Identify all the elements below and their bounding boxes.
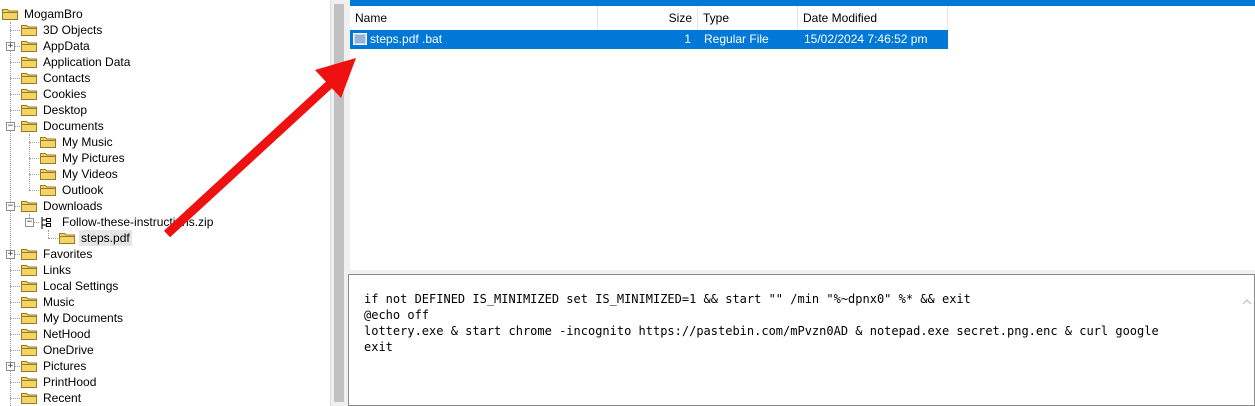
expand-icon[interactable]: + xyxy=(6,42,15,51)
tree-item-label: Local Settings xyxy=(43,279,119,293)
expand-icon[interactable]: + xyxy=(6,362,15,371)
scroll-up-icon xyxy=(1242,299,1252,305)
tree-line xyxy=(29,158,39,159)
tree-item-label: Favorites xyxy=(43,247,93,261)
folder-icon xyxy=(21,392,37,404)
folder-icon xyxy=(21,248,37,260)
tree-line xyxy=(48,230,49,238)
tree-scrollbar-thumb[interactable] xyxy=(334,4,344,402)
tree-line xyxy=(10,334,20,335)
folder-icon xyxy=(21,312,37,324)
folder-icon xyxy=(21,296,37,308)
file-date-modified: 15/02/2024 7:46:52 pm xyxy=(804,32,928,46)
file-name: steps.pdf .bat xyxy=(370,32,443,46)
tree-item-label: Outlook xyxy=(62,183,104,197)
folder-icon xyxy=(21,88,37,100)
file-size: 1 xyxy=(684,32,691,46)
folder-icon xyxy=(21,328,37,340)
tree-item-label: Contacts xyxy=(43,71,91,85)
folder-icon xyxy=(59,232,75,244)
tree-item-label: OneDrive xyxy=(43,343,94,357)
preview-scrollbar[interactable] xyxy=(1240,275,1254,405)
tree-item-label: My Documents xyxy=(43,311,124,325)
tree-line xyxy=(10,286,20,287)
tree-line xyxy=(10,94,20,95)
tree-item-label: My Music xyxy=(62,135,113,149)
archive-icon xyxy=(40,216,56,229)
tree-item-label: My Pictures xyxy=(62,151,125,165)
tree-line xyxy=(10,30,20,31)
tree-line xyxy=(10,302,20,303)
folder-icon xyxy=(21,56,37,68)
tree-item-label: Downloads xyxy=(43,199,103,213)
tree-line xyxy=(48,238,58,239)
tree-line xyxy=(10,62,20,63)
collapse-icon[interactable]: − xyxy=(6,202,15,211)
folder-icon xyxy=(21,264,37,276)
tree-item-label: MogamBro xyxy=(24,7,83,21)
tree-item-label: 3D Objects xyxy=(43,23,103,37)
folder-icon xyxy=(21,104,37,116)
tree-line xyxy=(10,270,20,271)
folder-icon xyxy=(21,200,37,212)
tree-item-label: Links xyxy=(43,263,72,277)
folder-icon xyxy=(40,136,56,148)
folder-icon xyxy=(21,120,37,132)
tree-line xyxy=(29,174,39,175)
tree-line xyxy=(10,78,20,79)
tree-line xyxy=(10,382,20,383)
tree-line xyxy=(10,350,20,351)
collapse-icon[interactable]: − xyxy=(6,122,15,131)
folder-icon xyxy=(40,168,56,180)
folder-icon xyxy=(21,360,37,372)
column-header-size[interactable]: Size xyxy=(598,6,698,30)
column-header-date-modified[interactable]: Date Modified xyxy=(798,6,948,30)
expand-icon[interactable]: + xyxy=(6,250,15,259)
tree-line xyxy=(10,110,20,111)
tree-item-label: PrintHood xyxy=(43,375,97,389)
folder-icon xyxy=(21,344,37,356)
tree-item-label: Desktop xyxy=(43,103,88,117)
tree-line xyxy=(10,398,20,399)
folder-icon xyxy=(21,376,37,388)
tree-item-label: Cookies xyxy=(43,87,87,101)
folder-tree[interactable]: MogamBro 3D Objects + AppData Application D… xyxy=(0,0,330,406)
column-header-name[interactable]: Name xyxy=(350,6,598,30)
folder-icon xyxy=(21,72,37,84)
tree-item-label: Documents xyxy=(43,119,104,133)
folder-icon xyxy=(21,280,37,292)
tree-line xyxy=(29,190,39,191)
column-header-type[interactable]: Type xyxy=(698,6,798,30)
tree-item-label: AppData xyxy=(43,39,90,53)
tree-item-label: Follow-these-instructions.zip xyxy=(62,215,214,229)
batch-file-icon xyxy=(353,32,367,46)
folder-icon xyxy=(40,184,56,196)
folder-icon xyxy=(40,152,56,164)
folder-icon xyxy=(21,24,37,36)
file-preview[interactable]: if not DEFINED IS_MINIMIZED set IS_MINIM… xyxy=(348,274,1255,406)
folder-open-icon xyxy=(2,8,18,20)
tree-item-label: Pictures xyxy=(43,359,87,373)
tree-line xyxy=(29,142,39,143)
tree-line xyxy=(10,22,11,406)
folder-icon xyxy=(21,40,37,52)
tree-item-label: Music xyxy=(43,295,75,309)
tree-item-label: NetHood xyxy=(43,327,91,341)
file-content-text: if not DEFINED IS_MINIMIZED set IS_MINIM… xyxy=(364,292,1159,354)
tree-item-label: My Videos xyxy=(62,167,118,181)
tree-item-label: Application Data xyxy=(43,55,131,69)
tree-scrollbar[interactable] xyxy=(330,0,347,406)
file-row-selected[interactable]: steps.pdf .bat 1 Regular File 15/02/2024… xyxy=(350,30,948,49)
file-type: Regular File xyxy=(704,32,769,46)
collapse-icon[interactable]: − xyxy=(25,218,34,227)
file-list[interactable]: Name Size Type Date Modified steps.pdf .… xyxy=(350,0,1255,270)
tree-item-label: steps.pdf xyxy=(79,230,132,246)
tree-line xyxy=(10,318,20,319)
tree-item-label: Recent xyxy=(43,391,82,405)
